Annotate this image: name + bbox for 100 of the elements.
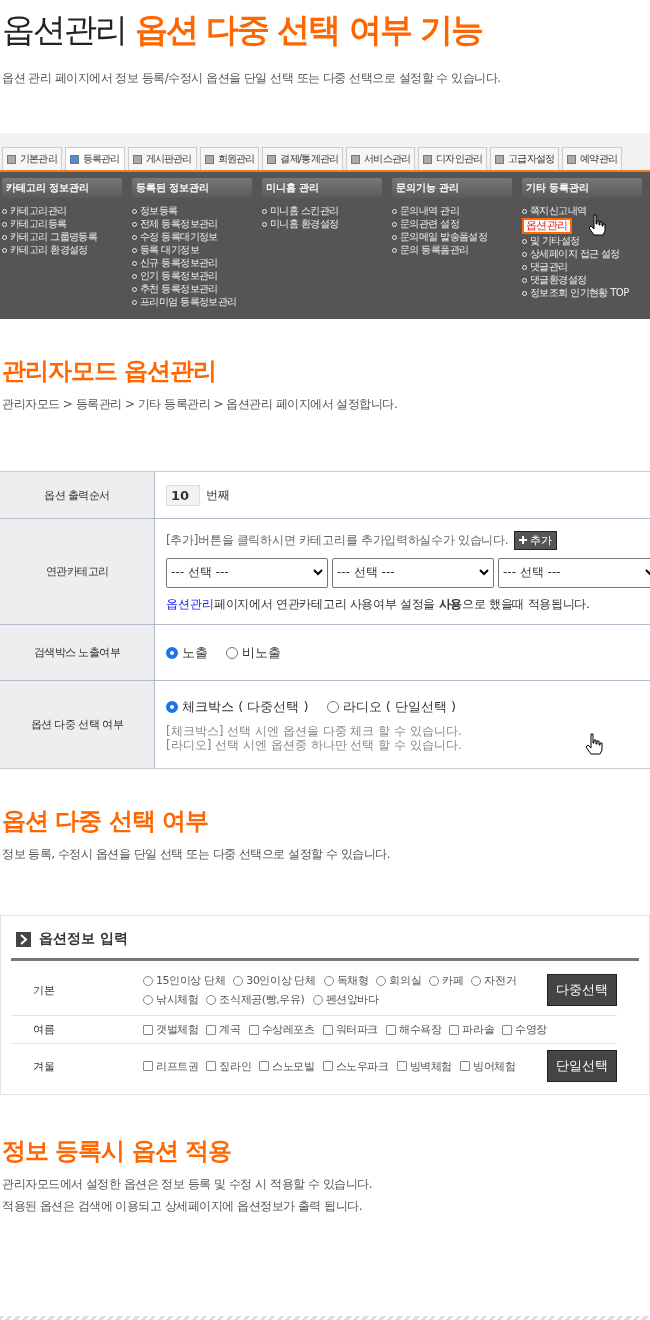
order-field[interactable]: 10 [166, 484, 200, 506]
radio-icon[interactable] [323, 975, 334, 986]
page-title: 옵션관리 옵션 다중 선택 여부 기능 [2, 9, 484, 51]
menu-tab[interactable]: 서비스관리 [346, 147, 416, 170]
option-item[interactable]: 파라솔 [449, 1022, 495, 1037]
checkbox-icon[interactable] [248, 1024, 259, 1035]
menu-item[interactable]: 신규 등록정보관리 [140, 257, 218, 269]
menu-item[interactable]: 문의관련 설정 [400, 218, 459, 230]
section-text: 적용된 옵션은 검색에 이용되고 상세페이지에 옵션정보가 출력 됩니다. [1, 1198, 363, 1215]
menu-item[interactable]: 전체 등록정보관리 [140, 218, 218, 230]
unit-label: 번째 [206, 486, 230, 504]
radio-icon[interactable] [143, 975, 153, 986]
menu-item[interactable]: 카테고리 그룹명등록 [10, 231, 98, 243]
menu-item[interactable]: 카테고리등록 [10, 218, 67, 230]
option-item[interactable]: 30인이상 단체 [233, 973, 316, 988]
checkbox-icon[interactable] [206, 1024, 217, 1035]
option-item[interactable]: 빙벽체험 [396, 1058, 453, 1074]
menu-tab[interactable]: 회원관리 [199, 147, 260, 170]
radio-icon[interactable] [376, 975, 387, 986]
checkbox-icon[interactable] [396, 1061, 407, 1071]
menu-item[interactable]: 정보조회 인기현황 TOP [530, 287, 629, 299]
checkbox-icon[interactable] [386, 1024, 397, 1035]
menu-item[interactable]: 댓글관리 [530, 261, 568, 273]
option-item[interactable]: 스노모빌 [259, 1058, 315, 1074]
menu-item[interactable]: 카테고리관리 [10, 205, 67, 217]
checkbox-icon[interactable] [322, 1061, 333, 1071]
option-item[interactable]: 갯벌체험 [143, 1022, 199, 1037]
radio-option[interactable]: 노출 [166, 643, 208, 662]
menu-tab[interactable]: 기본관리 [2, 147, 62, 170]
option-item[interactable]: 워터파크 [322, 1022, 379, 1037]
menu-item[interactable]: 옵션관리 [522, 218, 572, 234]
menu-column-heading: 기타 등록관리 [522, 178, 642, 198]
add-button[interactable]: 추가 [514, 530, 558, 550]
radio-icon[interactable] [166, 646, 178, 659]
option-item[interactable]: 조식제공(빵,우유) [206, 992, 305, 1007]
checkbox-icon[interactable] [460, 1061, 471, 1071]
radio-icon[interactable] [143, 994, 153, 1005]
option-item[interactable]: 15인이상 단체 [143, 973, 226, 988]
option-item[interactable]: 해수욕장 [386, 1022, 442, 1037]
menu-tab[interactable]: 결제/통계관리 [262, 147, 344, 170]
radio-icon[interactable] [471, 975, 482, 986]
checkbox-icon[interactable] [143, 1061, 153, 1071]
menu-tab[interactable]: 게시판관리 [127, 147, 197, 170]
menu-column-heading: 카테고리 정보관리 [2, 178, 122, 198]
section-text: 관리자모드 > 등록관리 > 기타 등록관리 > 옵션관리 페이지에서 설정합니다. [1, 396, 399, 413]
radio-icon[interactable] [326, 700, 339, 713]
category-select[interactable]: --- 선택 --- [498, 557, 650, 588]
option-item[interactable]: 스노우파크 [322, 1058, 389, 1074]
option-item[interactable]: 계곡 [206, 1022, 241, 1037]
radio-icon[interactable] [233, 975, 244, 986]
menu-item[interactable]: 문의 등록폼관리 [400, 244, 469, 256]
bullet-icon [262, 221, 267, 227]
option-item[interactable]: 카페 [429, 973, 464, 988]
menu-item[interactable]: 미니홈 스킨관리 [270, 205, 339, 217]
option-item[interactable]: 회의실 [376, 973, 422, 988]
menu-item[interactable]: 인기 등록정보관리 [140, 270, 218, 282]
menu-item[interactable]: 미니홈 환경설정 [270, 218, 339, 230]
menu-item[interactable]: 댓글환경설정 [530, 274, 587, 286]
menu-item[interactable]: 정보등록 [140, 205, 178, 217]
option-item[interactable]: 펜션앞바다 [312, 992, 379, 1007]
menu-item[interactable]: 문의메일 발송폼설정 [400, 231, 488, 243]
checkbox-icon[interactable] [322, 1024, 333, 1035]
menu-item[interactable]: 쪽지신고내역 [530, 205, 587, 217]
menu-item[interactable]: 프리미엄 등록정보관리 [140, 296, 237, 308]
tab-icon [7, 154, 16, 164]
option-item[interactable]: 자전거 [471, 973, 517, 988]
option-item[interactable]: 빙어체험 [460, 1058, 516, 1074]
menu-tab[interactable]: 디자인관리 [418, 147, 488, 170]
menu-item[interactable]: 추천 등록정보관리 [140, 283, 218, 295]
option-item[interactable]: 낚시체험 [143, 992, 199, 1007]
option-item[interactable]: 수상레포츠 [248, 1022, 315, 1037]
menu-tab[interactable]: 예약관리 [562, 147, 623, 170]
radio-icon[interactable] [166, 700, 178, 713]
radio-icon[interactable] [226, 646, 238, 659]
menu-item[interactable]: 등록 대기정보 [140, 244, 199, 256]
radio-option[interactable]: 비노출 [226, 643, 281, 662]
radio-icon[interactable] [206, 994, 217, 1005]
checkbox-icon[interactable] [502, 1024, 513, 1035]
menu-item[interactable]: 상세페이지 접근 설정 [530, 248, 620, 260]
option-item[interactable]: 독채형 [323, 973, 369, 988]
menu-item[interactable]: 문의내역 관리 [400, 205, 459, 217]
radio-icon[interactable] [429, 975, 440, 986]
category-select[interactable]: --- 선택 --- [166, 557, 328, 588]
option-item[interactable]: 리프트권 [143, 1058, 199, 1074]
menu-tab[interactable]: 등록관리 [64, 147, 125, 170]
menu-tab[interactable]: 고급자설정 [490, 147, 560, 170]
menu-item[interactable]: 카테고리 환경설정 [10, 244, 88, 256]
menu-item[interactable]: 수정 등록대기정보 [140, 231, 218, 243]
checkbox-icon[interactable] [143, 1024, 153, 1035]
radio-icon[interactable] [312, 994, 323, 1005]
option-admin-link[interactable]: 옵션관리 [166, 595, 214, 613]
menu-item[interactable]: 및 기타설정 [530, 235, 580, 247]
option-item[interactable]: 짚라인 [206, 1058, 252, 1074]
category-select[interactable]: --- 선택 --- [332, 557, 494, 588]
checkbox-icon[interactable] [206, 1061, 217, 1071]
option-item[interactable]: 수영장 [502, 1022, 548, 1037]
radio-option[interactable]: 라디오 ( 단일선택 ) [326, 697, 457, 716]
checkbox-icon[interactable] [449, 1024, 460, 1035]
checkbox-icon[interactable] [259, 1061, 270, 1071]
radio-option[interactable]: 체크박스 ( 다중선택 ) [166, 697, 309, 716]
